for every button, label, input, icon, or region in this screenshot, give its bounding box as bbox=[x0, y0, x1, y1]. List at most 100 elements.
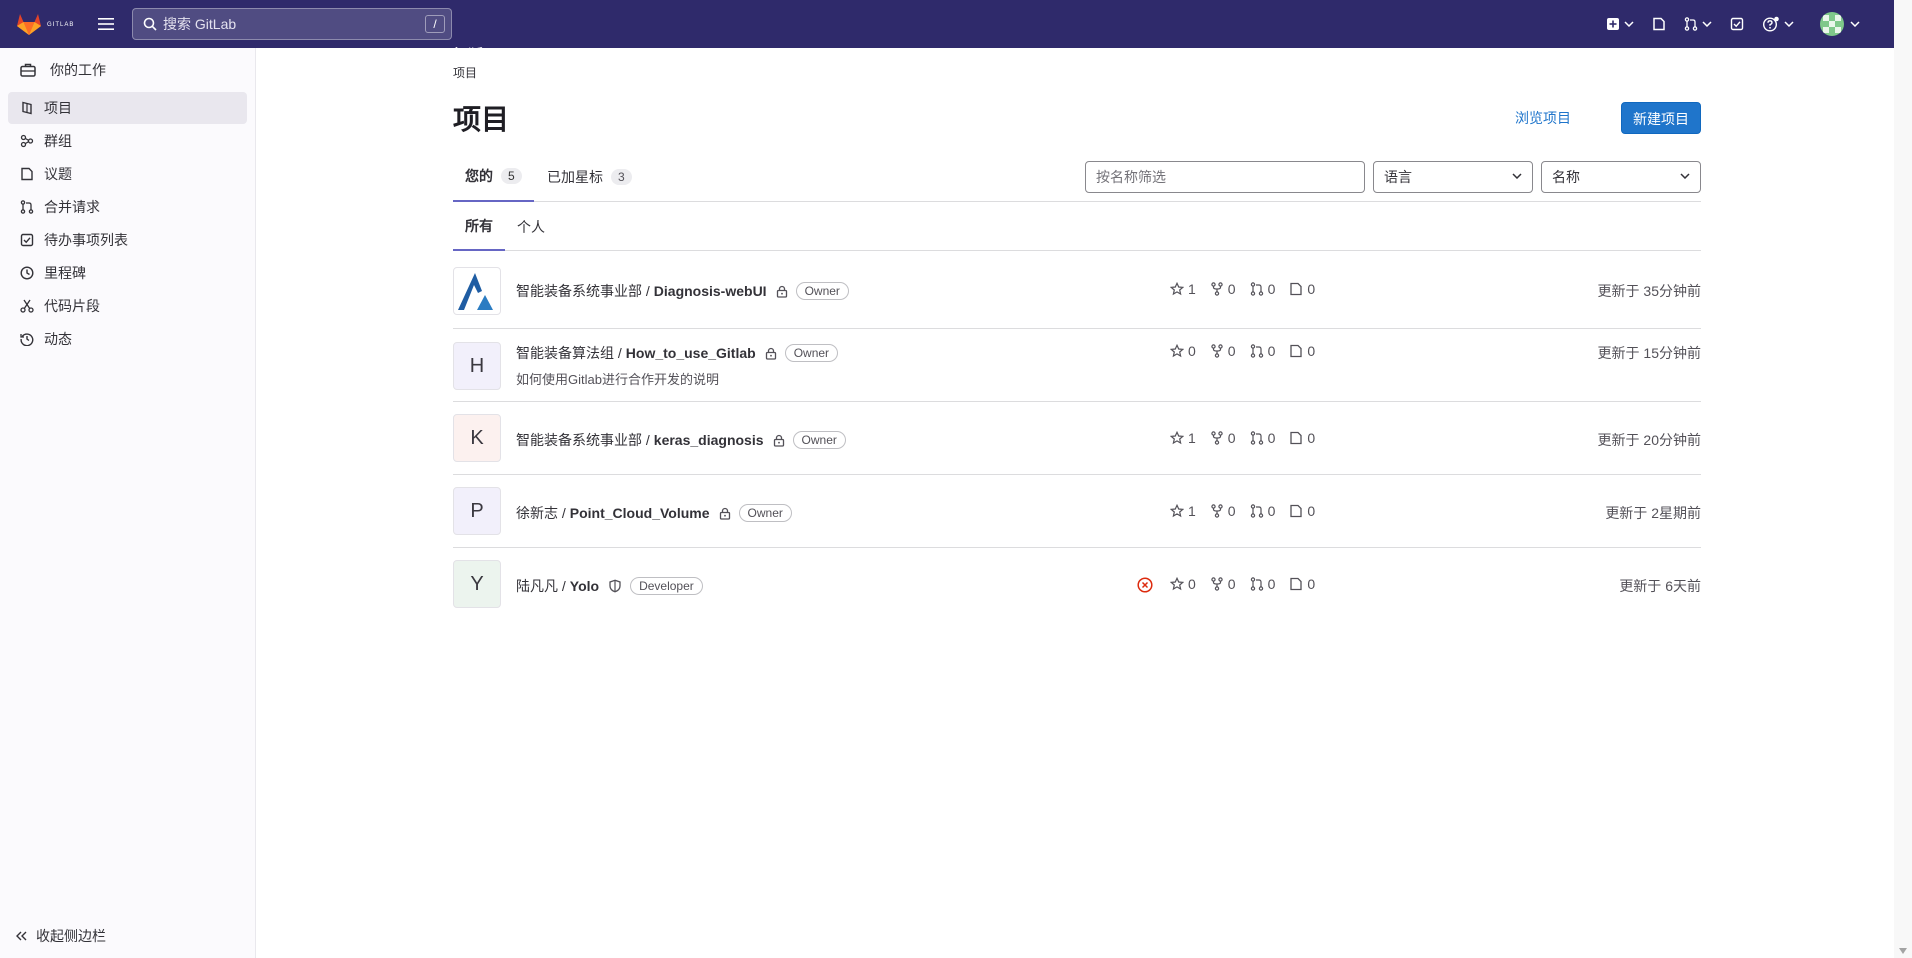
merge-requests-count[interactable]: 0 bbox=[1250, 576, 1275, 592]
project-stats: 1 0 0 0 bbox=[1170, 430, 1329, 446]
star-icon bbox=[1170, 504, 1184, 518]
forks-count[interactable]: 0 bbox=[1210, 430, 1236, 446]
breadcrumb-item[interactable]: 项目 bbox=[453, 66, 477, 80]
issues-count[interactable]: 0 bbox=[1289, 343, 1315, 359]
lock-icon bbox=[765, 347, 777, 360]
sidebar-item-projects[interactable]: 项目 bbox=[8, 92, 247, 124]
subtab-all[interactable]: 所有 bbox=[453, 202, 505, 251]
project-namespace: 智能装备算法组 / bbox=[516, 345, 622, 361]
updated-time: 更新于 15分钟前 bbox=[1597, 345, 1701, 361]
merge-requests-count[interactable]: 0 bbox=[1250, 281, 1275, 297]
help-icon bbox=[1762, 16, 1779, 32]
stars-count[interactable]: 0 bbox=[1170, 576, 1196, 592]
forks-count[interactable]: 0 bbox=[1210, 281, 1236, 297]
project-title-link[interactable]: 智能装备系统事业部 / Diagnosis-webUI Owner bbox=[516, 281, 849, 301]
sidebar-item-snippets[interactable]: 代码片段 bbox=[8, 290, 247, 322]
milestone-icon bbox=[20, 266, 34, 280]
project-title-link[interactable]: 智能装备算法组 / How_to_use_Gitlab Owner bbox=[516, 343, 839, 363]
project-name: Point_Cloud_Volume bbox=[569, 505, 710, 521]
forks-count[interactable]: 0 bbox=[1210, 503, 1236, 519]
sidebar-item-label: 里程碑 bbox=[44, 265, 86, 281]
merge-requests-count[interactable]: 0 bbox=[1250, 430, 1275, 446]
scroll-down-arrow-icon[interactable] bbox=[1899, 948, 1907, 954]
language-dropdown-value: 语言 bbox=[1384, 169, 1412, 185]
star-icon bbox=[1170, 431, 1184, 445]
project-stats: 0 0 0 0 bbox=[1170, 576, 1329, 592]
status-failed-icon bbox=[1137, 577, 1153, 593]
tab-yours[interactable]: 您的 5 bbox=[453, 152, 534, 202]
search-box[interactable]: / bbox=[132, 8, 452, 40]
project-avatar[interactable]: P bbox=[453, 487, 501, 535]
sidebar-context-title: 你的工作 bbox=[50, 62, 106, 78]
tanuki-logo-icon bbox=[17, 14, 41, 35]
project-avatar[interactable]: Y bbox=[453, 560, 501, 608]
merge-requests-count[interactable]: 0 bbox=[1250, 343, 1275, 359]
issues-count[interactable]: 0 bbox=[1289, 503, 1315, 519]
forks-count[interactable]: 0 bbox=[1210, 343, 1236, 359]
project-avatar[interactable] bbox=[453, 267, 501, 315]
collapse-sidebar-button[interactable]: 收起侧边栏 bbox=[16, 926, 106, 946]
todos-button[interactable] bbox=[1724, 8, 1750, 40]
language-dropdown[interactable]: 语言 bbox=[1373, 161, 1533, 193]
lock-icon bbox=[776, 285, 788, 298]
explore-projects-button[interactable]: 浏览项目 bbox=[1515, 102, 1571, 134]
top-bar: 极狐 GITLAB / bbox=[0, 0, 1894, 63]
sidebar-item-todos[interactable]: 待办事项列表 bbox=[8, 224, 247, 256]
project-title-link[interactable]: 徐新志 / Point_Cloud_Volume Owner bbox=[516, 503, 792, 523]
brand-logo[interactable]: 极狐 GITLAB bbox=[16, 0, 483, 63]
merge-request-icon bbox=[1684, 17, 1698, 31]
plus-square-icon bbox=[1607, 18, 1619, 30]
sidebar-item-milestones[interactable]: 里程碑 bbox=[8, 257, 247, 289]
search-input[interactable] bbox=[163, 16, 413, 32]
sidebar-item-issues[interactable]: 议题 bbox=[8, 158, 247, 190]
sidebar-item-groups[interactable]: 群组 bbox=[8, 125, 247, 157]
pipeline-failed-status[interactable] bbox=[1137, 577, 1153, 596]
stars-count[interactable]: 1 bbox=[1170, 281, 1196, 297]
new-project-button[interactable]: 新建项目 bbox=[1621, 102, 1701, 134]
role-badge: Owner bbox=[795, 282, 849, 300]
fork-icon bbox=[1211, 282, 1223, 296]
role-badge: Owner bbox=[738, 504, 792, 522]
hamburger-menu-button[interactable] bbox=[90, 8, 122, 40]
project-title-link[interactable]: 陆凡凡 / Yolo Developer bbox=[516, 576, 703, 596]
user-menu-button[interactable] bbox=[1814, 8, 1866, 40]
lock-icon bbox=[773, 434, 785, 447]
shield-icon bbox=[608, 579, 622, 593]
project-avatar[interactable]: K bbox=[453, 414, 501, 462]
merge-requests-button[interactable] bbox=[1678, 8, 1718, 40]
merge-requests-count[interactable]: 0 bbox=[1250, 503, 1275, 519]
search-shortcut-hint: / bbox=[425, 15, 445, 33]
issues-count[interactable]: 0 bbox=[1289, 430, 1315, 446]
star-icon bbox=[1170, 344, 1184, 358]
chevron-down-icon bbox=[1512, 173, 1522, 179]
issues-icon bbox=[21, 167, 33, 181]
activity-icon bbox=[20, 333, 34, 346]
filter-by-name-input[interactable] bbox=[1085, 161, 1365, 193]
issues-button[interactable] bbox=[1646, 8, 1672, 40]
sidebar-item-merge-requests[interactable]: 合并请求 bbox=[8, 191, 247, 223]
stars-count[interactable]: 1 bbox=[1170, 503, 1196, 519]
role-badge: Owner bbox=[792, 431, 846, 449]
chevron-double-left-icon bbox=[16, 931, 27, 941]
project-row: Y 陆凡凡 / Yolo Developer 0 0 0 0 更新于 6天前 bbox=[453, 548, 1701, 621]
collapse-sidebar-label: 收起侧边栏 bbox=[36, 928, 106, 944]
stars-count[interactable]: 0 bbox=[1170, 343, 1196, 359]
project-avatar[interactable]: H bbox=[453, 342, 501, 390]
stars-count[interactable]: 1 bbox=[1170, 430, 1196, 446]
sort-dropdown[interactable]: 名称 bbox=[1541, 161, 1701, 193]
create-new-button[interactable] bbox=[1600, 8, 1640, 40]
help-button[interactable] bbox=[1756, 8, 1800, 40]
issues-count[interactable]: 0 bbox=[1289, 281, 1315, 297]
sidebar-item-activity[interactable]: 动态 bbox=[8, 323, 247, 355]
star-icon bbox=[1170, 282, 1184, 296]
issues-count[interactable]: 0 bbox=[1289, 576, 1315, 592]
merge-request-icon bbox=[1250, 344, 1263, 358]
tab-starred[interactable]: 已加星标 3 bbox=[535, 152, 644, 202]
subtab-personal[interactable]: 个人 bbox=[505, 202, 557, 251]
chevron-down-icon bbox=[1624, 21, 1634, 27]
project-namespace: 智能装备系统事业部 / bbox=[516, 283, 650, 299]
forks-count[interactable]: 0 bbox=[1210, 576, 1236, 592]
project-title-link[interactable]: 智能装备系统事业部 / keras_diagnosis Owner bbox=[516, 430, 846, 450]
star-icon bbox=[1170, 577, 1184, 591]
page-scrollbar[interactable] bbox=[1894, 0, 1912, 958]
